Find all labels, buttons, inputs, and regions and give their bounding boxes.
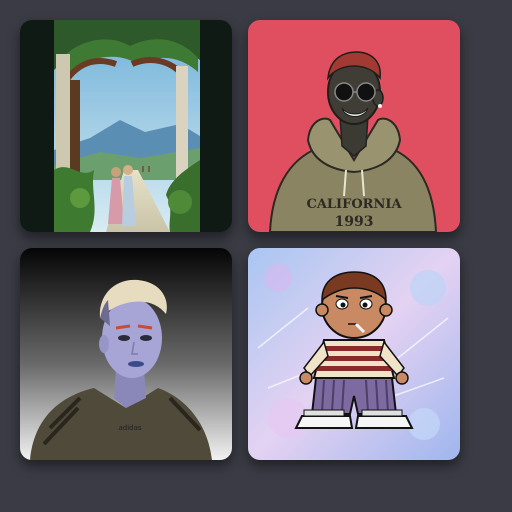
3d-character-image: adidas	[20, 248, 232, 460]
hoodie-text-brand: CALIFORNIA	[306, 197, 402, 212]
gallery-card-jungle-painting[interactable]	[20, 20, 232, 232]
hoodie-character-image: CALIFORNIA 1993	[248, 20, 460, 232]
hoodie-text-year: 1993	[335, 214, 374, 230]
cartoon-boy-image	[248, 248, 460, 460]
jungle-painting-image	[20, 20, 232, 232]
gallery-card-hoodie-character[interactable]: CALIFORNIA 1993	[248, 20, 460, 232]
gallery-card-cartoon-boy[interactable]	[248, 248, 460, 460]
gallery-card-3d-character[interactable]: adidas	[20, 248, 232, 460]
shirt-logo-text: adidas	[118, 424, 141, 432]
image-gallery: CALIFORNIA 1993 adidas	[0, 0, 512, 512]
